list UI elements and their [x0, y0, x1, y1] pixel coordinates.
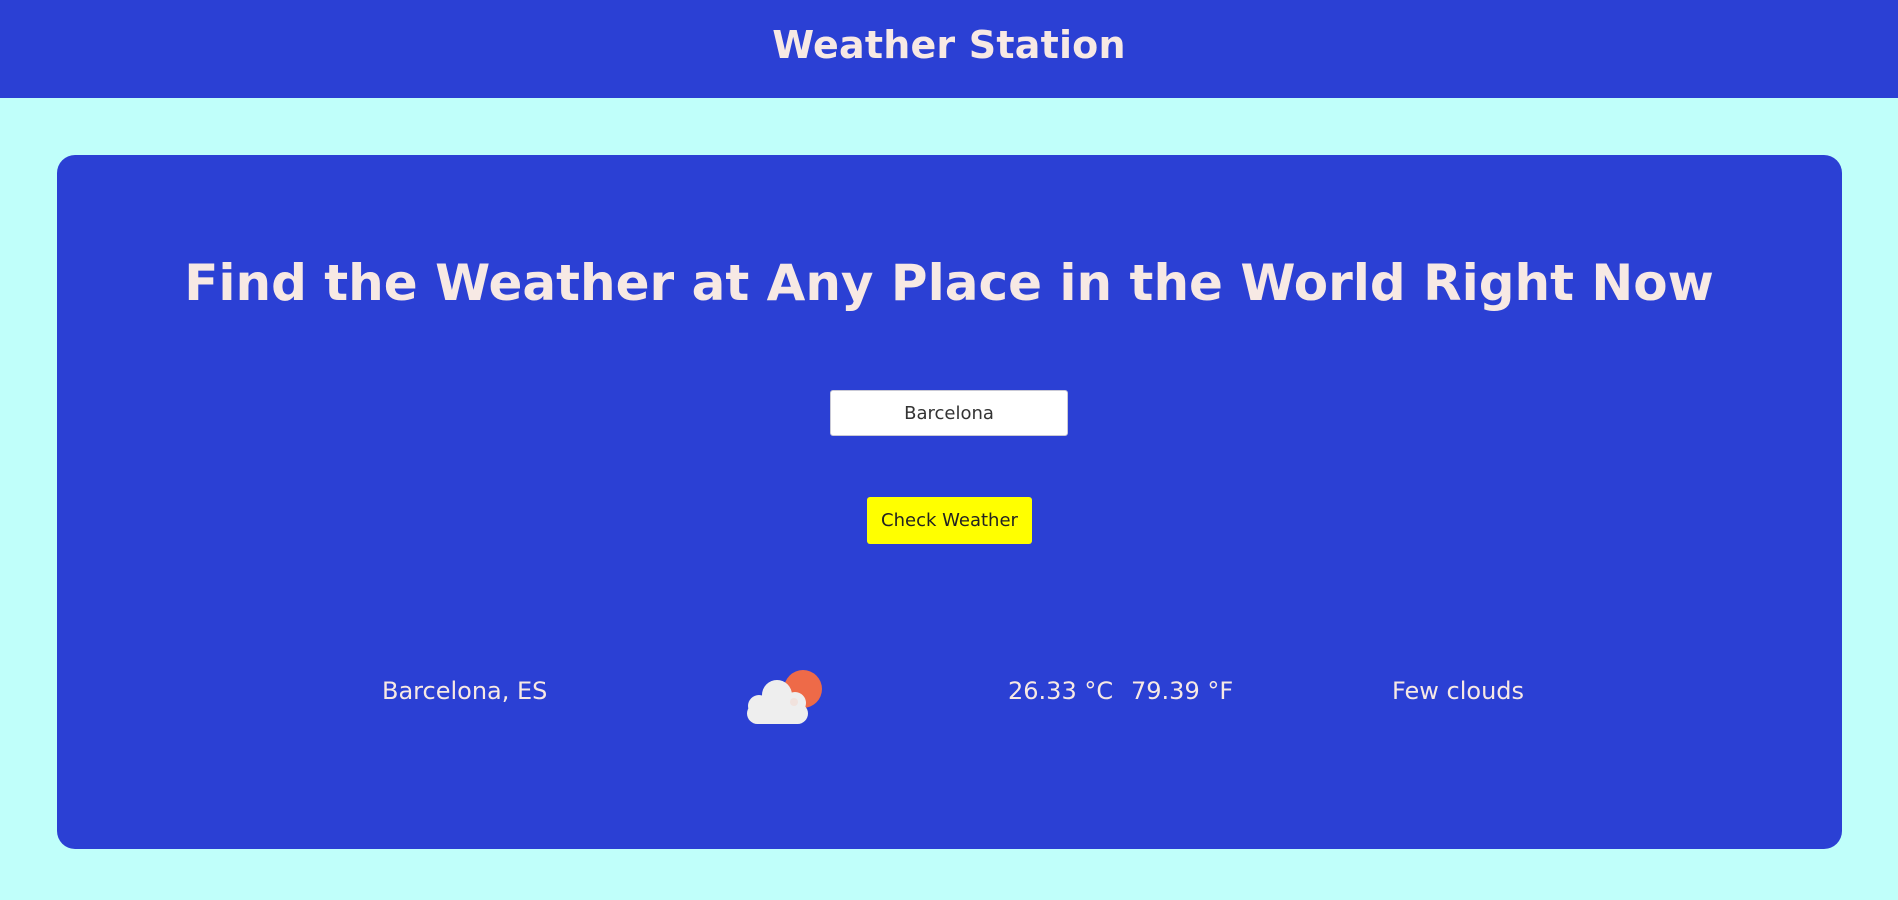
few-clouds-day-icon: [747, 670, 822, 724]
result-location: Barcelona, ES: [382, 677, 548, 705]
weather-result: Barcelona, ES 26.33 °C 79.39 °F Few clou…: [0, 665, 1898, 724]
page-headline: Find the Weather at Any Place in the Wor…: [184, 254, 1714, 312]
city-search-input[interactable]: [830, 390, 1068, 436]
app-title: Weather Station: [772, 23, 1126, 67]
app-header: Weather Station: [0, 0, 1898, 98]
check-weather-button[interactable]: Check Weather: [867, 497, 1032, 544]
result-temperature-fahrenheit: 79.39 °F: [1131, 677, 1234, 705]
result-temperature-celsius: 26.33 °C: [1008, 677, 1114, 705]
result-description: Few clouds: [1392, 677, 1525, 705]
